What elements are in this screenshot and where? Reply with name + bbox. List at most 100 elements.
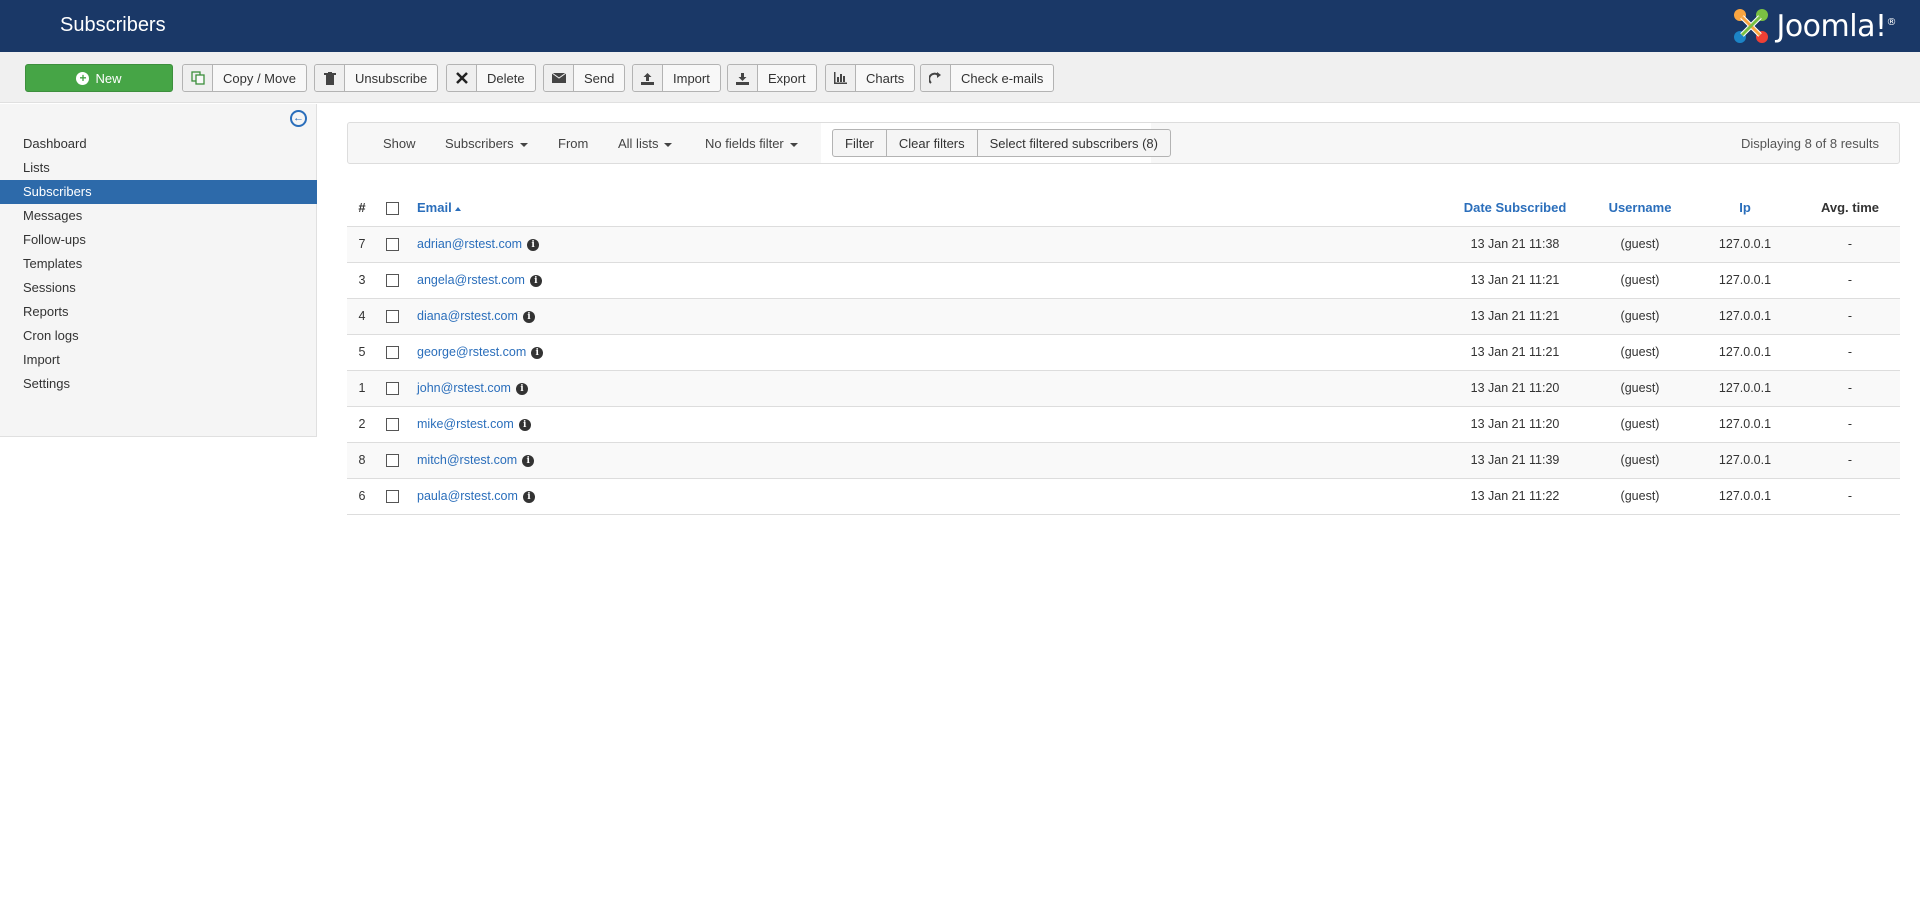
email-link[interactable]: diana@rstest.com (417, 309, 518, 323)
row-checkbox[interactable] (385, 490, 399, 504)
import-button[interactable]: Import (632, 64, 721, 92)
sidebar-item-settings[interactable]: Settings (0, 372, 317, 396)
table-row: 8 mitch@rstest.com i 13 Jan 21 11:39 (gue… (347, 442, 1900, 479)
row-checkbox[interactable] (385, 418, 399, 432)
row-checkbox[interactable] (385, 382, 399, 396)
sidebar-item-sessions[interactable]: Sessions (0, 276, 317, 300)
row-checkbox[interactable] (385, 454, 399, 468)
email-link[interactable]: john@rstest.com (417, 381, 511, 395)
row-avg-time: - (1800, 226, 1900, 263)
info-icon[interactable]: i (518, 418, 531, 431)
row-username: (guest) (1590, 226, 1690, 263)
row-checkbox[interactable] (385, 310, 399, 324)
info-icon[interactable]: i (515, 382, 528, 395)
table-row: 6 paula@rstest.com i 13 Jan 21 11:22 (gue… (347, 478, 1900, 515)
sidebar-item-messages[interactable]: Messages (0, 204, 317, 228)
row-avg-time: - (1800, 370, 1900, 407)
row-checkbox[interactable] (385, 346, 399, 360)
envelope-icon (544, 65, 574, 91)
all-lists-dropdown[interactable]: All lists (618, 136, 673, 151)
row-email-cell: mitch@rstest.com i (407, 442, 1440, 479)
row-avg-time: - (1800, 478, 1900, 515)
trash-icon (315, 65, 345, 91)
row-id: 7 (347, 226, 377, 263)
row-id: 1 (347, 370, 377, 407)
row-ip: 127.0.0.1 (1690, 334, 1800, 371)
row-date: 13 Jan 21 11:20 (1440, 370, 1590, 407)
row-checkbox[interactable] (385, 274, 399, 288)
row-email-cell: mike@rstest.com i (407, 406, 1440, 443)
row-username: (guest) (1590, 334, 1690, 371)
row-id: 5 (347, 334, 377, 371)
row-ip: 127.0.0.1 (1690, 226, 1800, 263)
table-row: 7 adrian@rstest.com i 13 Jan 21 11:38 (gu… (347, 226, 1900, 263)
sidebar-item-import[interactable]: Import (0, 348, 317, 372)
joomla-logo[interactable]: Joomla!® (1732, 6, 1896, 46)
email-link[interactable]: angela@rstest.com (417, 273, 525, 287)
collapse-sidebar-icon[interactable]: ← (290, 110, 307, 127)
unsubscribe-button[interactable]: Unsubscribe (314, 64, 439, 92)
sidebar-item-subscribers[interactable]: Subscribers (0, 180, 317, 204)
row-email-cell: adrian@rstest.com i (407, 226, 1440, 263)
sidebar-item-lists[interactable]: Lists (0, 156, 317, 180)
copy-move-button[interactable]: Copy / Move (182, 64, 307, 92)
header-email[interactable]: Email (407, 190, 1440, 227)
copy-icon (183, 65, 213, 91)
check-emails-button[interactable]: Check e-mails (920, 64, 1055, 92)
sidebar: ← Dashboard Lists Subscribers Messages F… (0, 104, 317, 437)
new-button-label: New (95, 70, 122, 86)
row-ip: 127.0.0.1 (1690, 478, 1800, 515)
row-checkbox[interactable] (385, 238, 399, 252)
row-date: 13 Jan 21 11:20 (1440, 406, 1590, 443)
info-icon[interactable]: i (522, 454, 535, 467)
info-icon[interactable]: i (522, 310, 535, 323)
row-username: (guest) (1590, 262, 1690, 299)
sidebar-item-follow-ups[interactable]: Follow-ups (0, 228, 317, 252)
email-link[interactable]: adrian@rstest.com (417, 237, 522, 251)
logo-text: Joomla!® (1776, 8, 1896, 44)
subscribers-dropdown[interactable]: Subscribers (445, 136, 528, 151)
table-row: 2 mike@rstest.com i 13 Jan 21 11:20 (gues… (347, 406, 1900, 443)
fields-filter-dropdown[interactable]: No fields filter (705, 136, 798, 151)
sidebar-item-dashboard[interactable]: Dashboard (0, 132, 317, 156)
email-link[interactable]: paula@rstest.com (417, 489, 518, 503)
sort-up-icon (454, 206, 461, 211)
sidebar-item-cron-logs[interactable]: Cron logs (0, 324, 317, 348)
header-date-subscribed[interactable]: Date Subscribed (1440, 190, 1590, 227)
header-username[interactable]: Username (1590, 190, 1690, 227)
sidebar-item-templates[interactable]: Templates (0, 252, 317, 276)
sidebar-item-reports[interactable]: Reports (0, 300, 317, 324)
caret-down-icon (789, 142, 798, 147)
info-icon[interactable]: i (527, 238, 540, 251)
clear-filters-button[interactable]: Clear filters (887, 130, 978, 156)
new-button[interactable]: + New (25, 64, 173, 92)
info-icon[interactable]: i (522, 490, 535, 503)
row-avg-time: - (1800, 442, 1900, 479)
export-button[interactable]: Export (727, 64, 817, 92)
row-ip: 127.0.0.1 (1690, 370, 1800, 407)
row-avg-time: - (1800, 298, 1900, 335)
subscribers-table: # Email Date Subscribed Username Ip Avg.… (347, 190, 1900, 515)
charts-button[interactable]: Charts (825, 64, 916, 92)
email-link[interactable]: george@rstest.com (417, 345, 526, 359)
delete-button[interactable]: Delete (446, 64, 536, 92)
send-button[interactable]: Send (543, 64, 626, 92)
select-all-checkbox[interactable] (385, 202, 399, 216)
info-icon[interactable]: i (529, 274, 542, 287)
info-icon[interactable]: i (531, 346, 544, 359)
row-id: 3 (347, 262, 377, 299)
row-date: 13 Jan 21 11:21 (1440, 334, 1590, 371)
filter-button[interactable]: Filter (833, 130, 887, 156)
row-date: 13 Jan 21 11:38 (1440, 226, 1590, 263)
from-label: From (558, 136, 589, 151)
select-filtered-button[interactable]: Select filtered subscribers (8) (978, 130, 1170, 156)
table-header-row: # Email Date Subscribed Username Ip Avg.… (347, 190, 1900, 227)
row-avg-time: - (1800, 334, 1900, 371)
header-ip[interactable]: Ip (1690, 190, 1800, 227)
email-link[interactable]: mitch@rstest.com (417, 453, 517, 467)
row-checkbox-cell (377, 370, 407, 407)
email-link[interactable]: mike@rstest.com (417, 417, 514, 431)
page-title: Subscribers (60, 14, 166, 36)
row-email-cell: diana@rstest.com i (407, 298, 1440, 335)
row-checkbox-cell (377, 262, 407, 299)
